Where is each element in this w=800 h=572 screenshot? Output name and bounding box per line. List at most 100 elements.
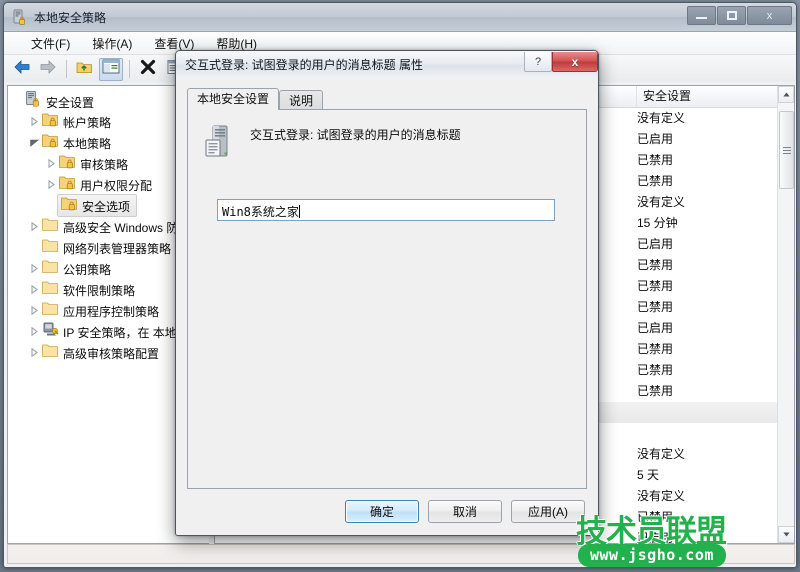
tab-explain[interactable]: 说明 <box>279 90 324 110</box>
chevron-right-icon[interactable] <box>27 345 42 360</box>
cell-security-setting: 已启用 <box>637 237 674 251</box>
chevron-right-icon[interactable] <box>44 177 59 192</box>
tree-item-label: 公钥策略 <box>41 259 112 278</box>
chevron-right-icon[interactable] <box>44 156 59 171</box>
dialog-button-row: 确定 取消 应用(A) <box>176 500 598 523</box>
minimize-icon <box>696 17 707 19</box>
cell-security-setting: 已禁用 <box>637 153 674 167</box>
delete-button[interactable] <box>136 58 160 81</box>
cell-security-setting: 没有定义 <box>637 447 686 461</box>
up-folder-button[interactable] <box>73 58 97 81</box>
tree-item-label: 应用程序控制策略 <box>41 301 160 320</box>
cell-security-setting: 已禁用 <box>637 174 674 188</box>
folder-icon <box>41 302 59 319</box>
close-icon: x <box>571 54 579 69</box>
show-hide-console-tree-button[interactable] <box>99 57 123 81</box>
ip-security-icon <box>42 322 59 340</box>
tree-item-text: 应用程序控制策略 <box>63 305 160 319</box>
column-header-security-setting[interactable]: 安全设置 <box>637 86 785 107</box>
toolbar-separator <box>129 60 130 78</box>
chevron-right-icon <box>48 180 55 189</box>
message-title-value: Win8系统之家 <box>222 205 299 219</box>
ok-button[interactable]: 确定 <box>345 500 419 523</box>
cell-security-setting: 已启用 <box>637 321 674 335</box>
folder-icon <box>41 239 59 256</box>
chevron-right-icon <box>31 348 38 357</box>
chevron-down-icon[interactable] <box>27 135 42 150</box>
policy-header: 交互式登录: 试图登录的用户的消息标题 <box>204 124 461 164</box>
policy-properties-dialog: 交互式登录: 试图登录的用户的消息标题 属性 ? x 本地安全设置 说明 交互式… <box>175 50 599 536</box>
text-caret <box>298 205 300 218</box>
menu-item-file[interactable]: 文件(F) <box>20 33 81 54</box>
tree-item-text: 安全设置 <box>46 95 95 110</box>
policy-folder-icon <box>41 134 59 151</box>
cell-security-setting: 已启用 <box>637 531 674 544</box>
policy-folder-icon <box>58 176 76 193</box>
scroll-down-button[interactable] <box>778 526 794 543</box>
cell-security-setting: 没有定义 <box>637 489 686 503</box>
cell-security-setting: 没有定义 <box>637 195 686 209</box>
folder-icon <box>41 218 59 235</box>
minimize-button[interactable] <box>687 6 716 25</box>
chevron-right-icon <box>31 264 38 273</box>
scroll-up-button[interactable] <box>778 86 794 103</box>
tree-item-text: 用户权限分配 <box>80 179 153 193</box>
tree-item-text: 高级审核策略配置 <box>63 347 160 361</box>
help-button[interactable]: ? <box>524 52 552 72</box>
chevron-right-icon[interactable] <box>27 282 42 297</box>
chevron-down-icon <box>30 139 39 147</box>
folder-icon <box>41 260 59 277</box>
policy-folder-icon <box>58 155 76 172</box>
tree-item-label: 安全选项 <box>57 194 138 217</box>
dialog-tabstrip: 本地安全设置 说明 <box>187 88 324 110</box>
policy-name: 交互式登录: 试图登录的用户的消息标题 <box>250 128 461 142</box>
cell-security-setting: 没有定义 <box>637 111 686 125</box>
forward-button[interactable] <box>36 58 60 81</box>
scroll-up-arrow-icon <box>782 92 790 97</box>
apply-button[interactable]: 应用(A) <box>511 500 585 523</box>
forward-arrow-icon <box>39 59 57 80</box>
close-icon: x <box>766 9 773 22</box>
tree-item-text: 软件限制策略 <box>63 284 136 298</box>
chevron-right-icon <box>48 159 55 168</box>
twisty-placeholder <box>27 240 42 255</box>
maximize-button[interactable] <box>717 6 746 25</box>
delete-icon <box>140 59 156 80</box>
chevron-right-icon[interactable] <box>27 324 42 339</box>
dialog-content: 本地安全设置 说明 交互式登录: 试图登录的用户的消息标题 Win8系统之家 确… <box>176 78 598 535</box>
menu-item-action[interactable]: 操作(A) <box>81 33 143 54</box>
back-arrow-icon <box>13 59 31 80</box>
message-title-input[interactable]: Win8系统之家 <box>217 199 555 221</box>
question-mark-icon: ? <box>534 55 542 68</box>
policy-computer-icon <box>204 124 238 164</box>
scroll-down-arrow-icon <box>783 532 790 537</box>
tree-item-text: 公钥策略 <box>63 263 112 277</box>
tree-item-text: 帐户策略 <box>63 116 112 130</box>
security-settings-icon <box>25 90 42 110</box>
cell-security-setting: 已禁用 <box>637 300 674 314</box>
toolbar-separator <box>66 60 67 78</box>
window-titlebar: 本地安全策略 x <box>4 3 796 32</box>
chevron-right-icon[interactable] <box>27 114 42 129</box>
security-policy-icon <box>12 9 28 25</box>
chevron-right-icon <box>31 285 38 294</box>
chevron-right-icon <box>31 222 38 231</box>
tree-item-text: 本地策略 <box>63 137 112 151</box>
dialog-close-button[interactable]: x <box>552 52 598 72</box>
chevron-right-icon[interactable] <box>27 219 42 234</box>
cell-security-setting: 已禁用 <box>637 363 674 377</box>
list-vertical-scrollbar[interactable] <box>777 86 794 543</box>
cell-security-setting: 已启用 <box>637 132 674 146</box>
close-button[interactable]: x <box>747 6 792 25</box>
chevron-right-icon[interactable] <box>27 303 42 318</box>
chevron-right-icon <box>31 306 38 315</box>
folder-icon <box>41 281 59 298</box>
chevron-right-icon[interactable] <box>27 261 42 276</box>
scroll-thumb[interactable] <box>779 111 794 189</box>
window-title: 本地安全策略 <box>34 10 107 25</box>
tab-local-security-setting[interactable]: 本地安全设置 <box>187 88 280 110</box>
tree-item-label: 用户权限分配 <box>58 175 153 194</box>
back-button[interactable] <box>10 58 34 81</box>
cancel-button[interactable]: 取消 <box>428 500 502 523</box>
tree-item-text: 网络列表管理器策略 <box>63 242 172 256</box>
